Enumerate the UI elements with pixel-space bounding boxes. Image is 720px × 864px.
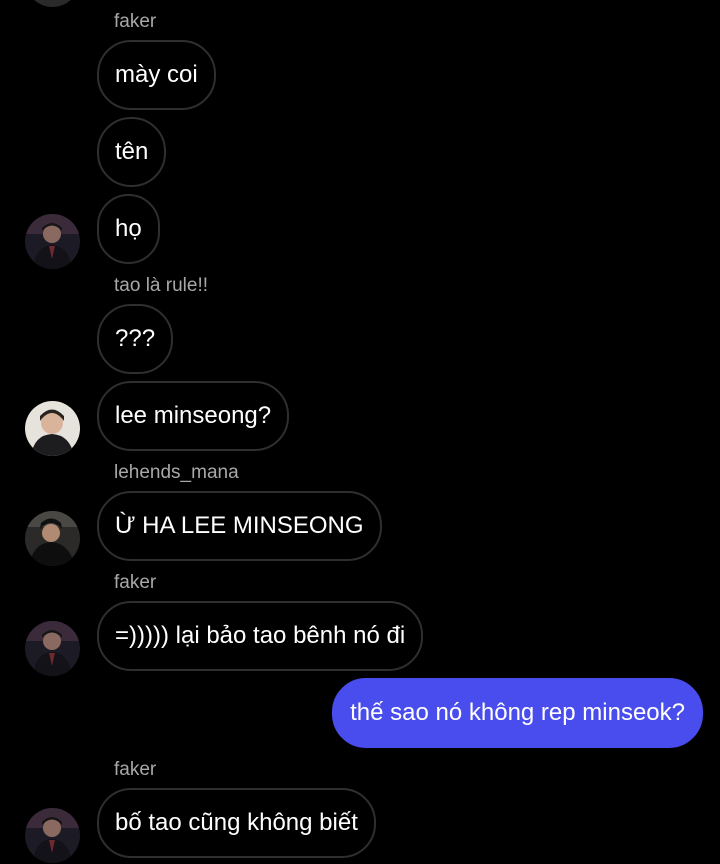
message-bubble[interactable]: họ <box>97 194 160 264</box>
message-bubble[interactable]: tên <box>97 117 167 187</box>
outgoing-message-bubble[interactable]: thế sao nó không rep minseok? <box>332 678 703 748</box>
sender-name: faker <box>114 759 157 780</box>
avatar[interactable] <box>25 401 80 456</box>
sender-name: lehends_mana <box>114 462 239 483</box>
message-bubble[interactable]: lee minseong? <box>97 381 290 451</box>
avatar[interactable] <box>25 214 80 269</box>
avatar[interactable] <box>25 808 80 863</box>
message-bubble[interactable]: mày coi <box>97 40 216 110</box>
message-bubble[interactable]: ??? <box>97 304 174 374</box>
avatar[interactable] <box>25 621 80 676</box>
sender-name: faker <box>114 572 157 593</box>
message-bubble[interactable]: bố tao cũng không biết <box>97 788 376 858</box>
message-bubble[interactable]: Ừ HA LEE MINSEONG <box>97 491 382 561</box>
sender-name: tao là rule!! <box>114 275 208 296</box>
message-bubble[interactable]: =))))) lại bảo tao bênh nó đi <box>97 601 424 671</box>
avatar[interactable] <box>25 511 80 566</box>
sender-name: faker <box>114 11 157 32</box>
avatar[interactable] <box>25 0 80 7</box>
